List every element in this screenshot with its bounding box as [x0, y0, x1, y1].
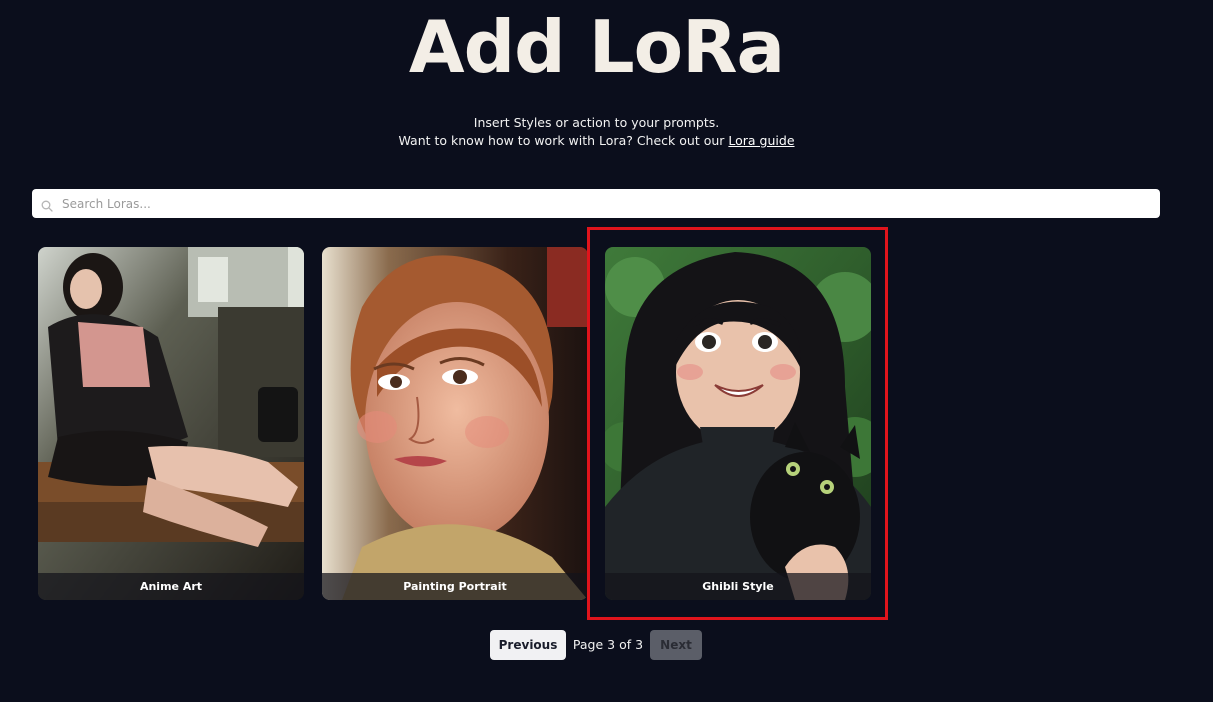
ghibli-style-image	[605, 247, 871, 600]
previous-button[interactable]: Previous	[490, 630, 566, 660]
subtitle-line-2-text: Want to know how to work with Lora? Chec…	[398, 133, 729, 148]
page-title: Add LoRa	[408, 5, 785, 89]
lora-guide-link[interactable]: Lora guide	[728, 133, 794, 148]
page-indicator: Page 3 of 3	[572, 637, 644, 652]
subtitle-line-2: Want to know how to work with Lora? Chec…	[0, 132, 1193, 150]
lora-card-ghibli-style[interactable]: Ghibli Style	[605, 247, 871, 600]
search-input[interactable]	[62, 189, 1142, 218]
anime-art-image	[38, 247, 304, 600]
subtitle-line-1: Insert Styles or action to your prompts.	[473, 115, 720, 130]
lora-card-anime-art[interactable]: Anime Art	[38, 247, 304, 600]
painting-portrait-image	[322, 247, 588, 600]
lora-card-painting-portrait[interactable]: Painting Portrait	[322, 247, 588, 600]
page-subtitle: Insert Styles or action to your prompts.…	[0, 114, 1193, 150]
lora-page: Add LoRa Insert Styles or action to your…	[0, 0, 1213, 702]
card-label: Ghibli Style	[605, 573, 871, 600]
search-icon	[41, 197, 53, 212]
search-bar[interactable]	[32, 189, 1160, 218]
card-label: Anime Art	[38, 573, 304, 600]
next-button: Next	[650, 630, 702, 660]
card-label: Painting Portrait	[322, 573, 588, 600]
